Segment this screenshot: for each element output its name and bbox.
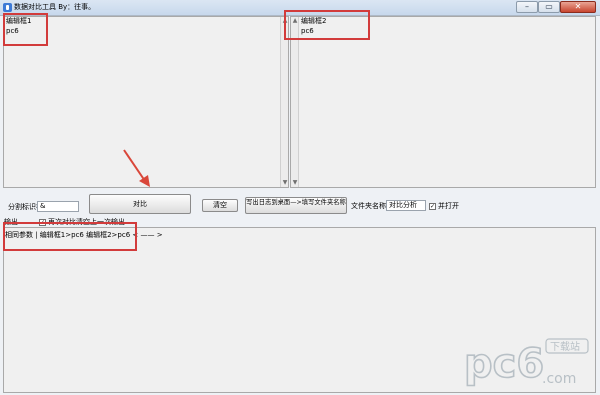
open-checkbox[interactable]: ✓ bbox=[429, 203, 436, 210]
close-button[interactable]: ✕ bbox=[560, 1, 596, 13]
minimize-button[interactable]: – bbox=[516, 1, 538, 13]
scroll-up-arrow-icon[interactable]: ▲ bbox=[291, 17, 299, 25]
write-log-label-2: —>填写文件夹名称 bbox=[290, 199, 346, 206]
write-log-label-1: 写出日志到桌面 bbox=[246, 199, 291, 206]
clear-previous-checkbox[interactable]: ✓ bbox=[39, 219, 46, 226]
maximize-button[interactable]: ▭ bbox=[538, 1, 560, 13]
folder-label: 文件夹名称 bbox=[351, 202, 386, 210]
pc6-watermark-logo: pc6 下载站 .com bbox=[463, 338, 589, 388]
watermark-domain: .com bbox=[542, 371, 576, 387]
pane-content-1[interactable]: pc6 bbox=[6, 27, 19, 36]
watermark-text: pc6 bbox=[464, 341, 544, 387]
clear-previous-label: 再次对比清空上一次输出 bbox=[48, 218, 125, 226]
open-checkbox-label: 并打开 bbox=[438, 202, 459, 210]
window-title: 数据对比工具 By：往事。 bbox=[14, 3, 96, 11]
scroll-down-arrow-icon[interactable]: ▼ bbox=[291, 179, 299, 187]
output-line: 相同参数 | 编辑框1>pc6 编辑框2>pc6 < —— > bbox=[5, 231, 163, 239]
pane-content-2[interactable]: pc6 bbox=[301, 27, 314, 36]
compare-button[interactable]: 对比 bbox=[89, 194, 191, 214]
scroll-down-arrow-icon[interactable]: ▼ bbox=[281, 179, 289, 187]
pane-2-scrollbar[interactable]: ▲ ▼ bbox=[291, 17, 299, 187]
write-log-button[interactable]: 写出日志到桌面—>填写文件夹名称 bbox=[245, 197, 347, 214]
app-icon bbox=[3, 3, 12, 12]
folder-name-input[interactable]: 对比分析 bbox=[386, 200, 426, 211]
delimiter-input[interactable]: & bbox=[37, 201, 79, 212]
output-label: 输出 bbox=[4, 218, 18, 226]
annotation-arrow-icon bbox=[123, 149, 150, 187]
editor-pane-2[interactable]: 编辑框2 pc6 ▲ ▼ bbox=[290, 16, 596, 188]
pane-label-2: 编辑框2 bbox=[301, 17, 327, 25]
pane-1-scrollbar[interactable]: ▲ ▼ bbox=[280, 17, 288, 187]
pane-label-1: 编辑框1 bbox=[6, 17, 32, 25]
title-bar: 数据对比工具 By：往事。 – ▭ ✕ bbox=[0, 0, 600, 16]
scroll-up-arrow-icon[interactable]: ▲ bbox=[281, 17, 289, 25]
watermark-subtitle: 下载站 bbox=[550, 340, 580, 353]
clear-button[interactable]: 清空 bbox=[202, 199, 238, 212]
